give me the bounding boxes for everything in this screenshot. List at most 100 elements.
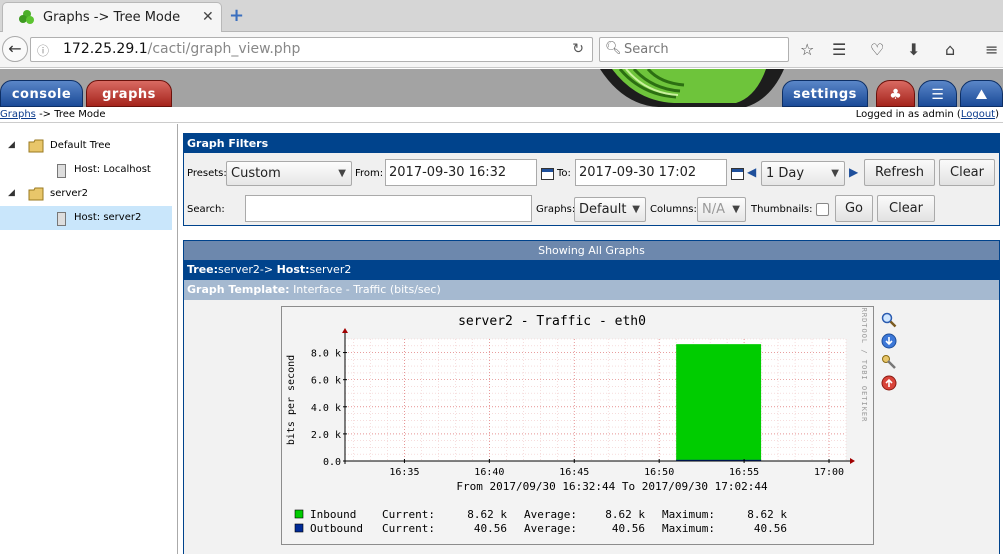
expand-arrow-icon[interactable]: ◢	[8, 188, 15, 198]
legend-value: 40.56	[754, 522, 787, 535]
graphs-label: Graphs:	[536, 204, 576, 215]
chevron-down-icon: ▼	[831, 168, 839, 179]
scroll-top-icon[interactable]	[881, 375, 897, 391]
y-axis-arrow	[342, 328, 348, 333]
from-date-input[interactable]: 2017-09-30 16:32	[385, 159, 537, 186]
url-bar[interactable]: ⓘ 172.25.29.1/cacti/graph_view.php ↻	[30, 37, 593, 62]
search-bar[interactable]: 🔍︎ Search	[599, 37, 789, 62]
graph-area: server2 - Traffic - eth0 bits per second…	[184, 300, 999, 554]
clear-search-button[interactable]: Clear	[877, 195, 935, 222]
search-input[interactable]	[245, 195, 532, 222]
breadcrumb-graphs-link[interactable]: Graphs	[0, 109, 36, 120]
reader-list-icon[interactable]: ☰	[832, 40, 846, 59]
graphs-select[interactable]: Default ▼	[574, 197, 646, 222]
console-tab[interactable]: console	[0, 80, 83, 107]
presets-label: Presets:	[187, 168, 227, 179]
graphs-tab[interactable]: graphs	[86, 80, 172, 107]
shift-left-icon[interactable]: ◀	[747, 165, 756, 179]
list-view-tab[interactable]: ☰	[918, 80, 957, 107]
x-tick-label: 17:00	[814, 467, 844, 478]
new-tab-icon[interactable]: +	[229, 5, 244, 26]
reload-icon[interactable]: ↻	[572, 41, 584, 57]
tree-item-default-tree[interactable]: Default Tree	[50, 135, 111, 157]
thumbnails-label: Thumbnails:	[751, 204, 813, 215]
info-icon[interactable]: ⓘ	[37, 42, 49, 59]
legend-stat-label: Average:	[524, 522, 577, 535]
logout-link[interactable]: Logout	[961, 109, 995, 120]
breadcrumb-bar: Graphs -> Tree Mode Logged in as admin (…	[0, 107, 1003, 123]
tree-item-host-server2[interactable]: Host: server2	[74, 207, 141, 229]
area-inbound	[676, 344, 762, 461]
chevron-down-icon: ▼	[732, 204, 740, 215]
chevron-down-icon: ▼	[338, 168, 346, 179]
settings-tab[interactable]: settings	[782, 80, 868, 107]
legend-series-name: Outbound	[310, 522, 363, 535]
filters-title: Graph Filters	[184, 134, 999, 153]
close-tab-icon[interactable]: ✕	[202, 9, 214, 25]
tree-view-tab[interactable]: ♣	[876, 80, 915, 107]
legend-value: 8.62 k	[467, 508, 507, 521]
download-csv-icon[interactable]	[881, 333, 897, 349]
calendar-icon[interactable]	[731, 168, 744, 180]
clear-button[interactable]: Clear	[939, 159, 995, 186]
legend-swatch-inbound	[294, 509, 304, 519]
legend-value: 8.62 k	[605, 508, 645, 521]
time-range-caption: From 2017/09/30 16:32:44 To 2017/09/30 1…	[456, 480, 768, 493]
y-tick-label: 6.0 k	[311, 376, 341, 387]
preview-view-tab[interactable]: ⛰	[960, 80, 1003, 107]
x-tick-label: 16:40	[474, 467, 504, 478]
back-button[interactable]: ←	[2, 36, 28, 62]
bookmark-star-icon[interactable]: ☆	[800, 40, 814, 59]
folder-icon	[28, 187, 44, 201]
legend-stat-label: Current:	[382, 508, 435, 521]
cacti-logo-icon	[600, 69, 784, 107]
rrdtool-watermark: RRDTOOL / TOBI OETIKER	[860, 308, 868, 423]
breadcrumb: Graphs -> Tree Mode	[0, 109, 106, 120]
graph-panel: Showing All Graphs Tree:server2-> Host:s…	[183, 240, 1000, 554]
search-label: Search:	[187, 204, 225, 215]
zoom-icon[interactable]	[881, 312, 897, 328]
expand-arrow-icon[interactable]: ◢	[8, 140, 15, 150]
timespan-select[interactable]: 1 Day ▼	[761, 161, 845, 186]
home-icon[interactable]: ⌂	[945, 40, 955, 59]
search-icon: 🔍︎	[605, 41, 622, 56]
download-icon[interactable]: ⬇	[907, 40, 920, 59]
shift-right-icon[interactable]: ▶	[849, 165, 858, 179]
tree-item-host-localhost[interactable]: Host: Localhost	[74, 159, 151, 181]
cacti-favicon-icon	[19, 10, 34, 24]
url-text: 172.25.29.1/cacti/graph_view.php	[63, 41, 301, 57]
y-tick-label: 4.0 k	[311, 403, 341, 414]
go-button[interactable]: Go	[835, 195, 873, 222]
legend-stat-label: Maximum:	[662, 522, 715, 535]
legend-stat-label: Average:	[524, 508, 577, 521]
presets-select[interactable]: Custom ▼	[226, 161, 352, 186]
chart-mountain-icon: ⛰	[975, 87, 988, 103]
to-date-input[interactable]: 2017-09-30 17:02	[575, 159, 727, 186]
edit-wrench-icon[interactable]	[881, 354, 897, 370]
y-axis-label: bits per second	[286, 355, 297, 445]
list-icon: ☰	[931, 87, 944, 103]
menu-icon[interactable]: ≡	[985, 40, 998, 59]
tab-title: Graphs -> Tree Mode	[43, 10, 181, 25]
refresh-button[interactable]: Refresh	[864, 159, 935, 186]
chart-title: server2 - Traffic - eth0	[458, 314, 646, 329]
browser-tab[interactable]: Graphs -> Tree Mode ✕	[2, 2, 222, 32]
thumbnails-checkbox[interactable]	[816, 203, 829, 216]
x-tick-label: 16:35	[389, 467, 419, 478]
columns-select[interactable]: N/A ▼	[697, 197, 746, 222]
legend-value: 40.56	[474, 522, 507, 535]
traffic-graph[interactable]: server2 - Traffic - eth0 bits per second…	[281, 306, 874, 545]
legend-value: 8.62 k	[747, 508, 787, 521]
pocket-icon[interactable]: ♡	[870, 40, 884, 59]
login-status: Logged in as admin (Logout)	[855, 109, 999, 120]
tree-item-server2[interactable]: server2	[50, 183, 88, 205]
browser-nav-bar: ← ⓘ 172.25.29.1/cacti/graph_view.php ↻ 🔍…	[0, 32, 1003, 68]
x-axis-arrow	[850, 458, 855, 464]
x-tick-label: 16:55	[729, 467, 759, 478]
graph-template-row: Graph Template: Interface - Traffic (bit…	[184, 280, 999, 300]
y-tick-label: 8.0 k	[311, 349, 341, 360]
calendar-icon[interactable]	[541, 168, 554, 180]
folder-icon	[28, 139, 44, 153]
columns-label: Columns:	[650, 204, 697, 215]
tree-icon: ♣	[889, 87, 902, 103]
